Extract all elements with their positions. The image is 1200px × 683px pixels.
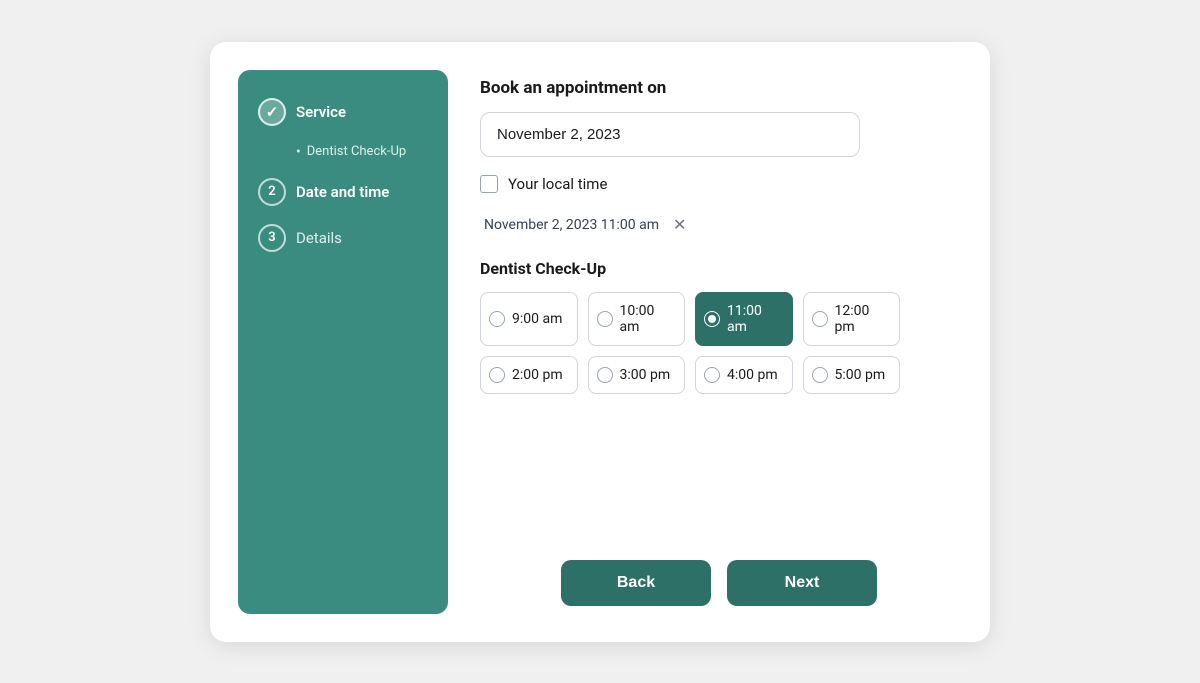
sidebar: ✓ Service Dentist Check-Up 2 Date and ti… [238,70,448,614]
selected-datetime-text: November 2, 2023 11:00 am [484,217,659,233]
selected-time-row: November 2, 2023 11:00 am ✕ [480,213,958,237]
sidebar-step-service[interactable]: ✓ Service [258,98,428,126]
appointment-modal: ✓ Service Dentist Check-Up 2 Date and ti… [210,42,990,642]
time-slot-9am[interactable]: 9:00 am [480,292,578,346]
footer-buttons: Back Next [480,544,958,606]
step-icon-service: ✓ [258,98,286,126]
main-content: Book an appointment on Your local time N… [476,70,962,614]
time-slot-10am[interactable]: 10:00 am [588,292,686,346]
time-label-3pm: 3:00 pm [620,367,671,383]
clear-datetime-button[interactable]: ✕ [671,213,688,237]
time-label-11am: 11:00 am [727,303,784,335]
time-slot-2pm[interactable]: 2:00 pm [480,356,578,394]
booking-title: Book an appointment on [480,78,958,98]
sidebar-step-datetime[interactable]: 2 Date and time [258,178,428,206]
time-slot-4pm[interactable]: 4:00 pm [695,356,793,394]
time-label-12pm: 12:00 pm [835,303,892,335]
radio-12pm [812,311,828,327]
time-label-5pm: 5:00 pm [835,367,886,383]
next-button[interactable]: Next [727,560,877,606]
radio-11am [704,311,720,327]
step-icon-details: 3 [258,224,286,252]
radio-3pm [597,367,613,383]
sub-item-label: Dentist Check-Up [307,144,406,159]
time-slot-12pm[interactable]: 12:00 pm [803,292,901,346]
time-slots-grid: 9:00 am 10:00 am 11:00 am 12:00 pm [480,292,900,394]
checkmark-icon: ✓ [266,103,279,121]
date-input[interactable] [480,112,860,157]
time-label-2pm: 2:00 pm [512,367,563,383]
time-slot-11am[interactable]: 11:00 am [695,292,793,346]
step-icon-datetime: 2 [258,178,286,206]
back-button[interactable]: Back [561,560,711,606]
service-name: Dentist Check-Up [480,259,958,278]
radio-4pm [704,367,720,383]
local-time-checkbox[interactable] [480,175,498,193]
radio-dot-11am [708,315,716,323]
radio-2pm [489,367,505,383]
step-number-datetime: 2 [268,184,275,199]
sidebar-step-details[interactable]: 3 Details [258,224,428,252]
time-label-9am: 9:00 am [512,311,562,327]
local-time-row: Your local time [480,175,958,193]
radio-5pm [812,367,828,383]
radio-10am [597,311,613,327]
time-slot-5pm[interactable]: 5:00 pm [803,356,901,394]
sidebar-step-datetime-label: Date and time [296,183,389,201]
step-number-details: 3 [268,230,275,245]
sidebar-sub-item-dentist: Dentist Check-Up [258,144,428,160]
time-slot-3pm[interactable]: 3:00 pm [588,356,686,394]
local-time-label: Your local time [508,175,607,193]
time-label-10am: 10:00 am [620,303,677,335]
radio-9am [489,311,505,327]
time-label-4pm: 4:00 pm [727,367,778,383]
sidebar-step-details-label: Details [296,229,342,247]
sidebar-step-service-label: Service [296,103,346,121]
